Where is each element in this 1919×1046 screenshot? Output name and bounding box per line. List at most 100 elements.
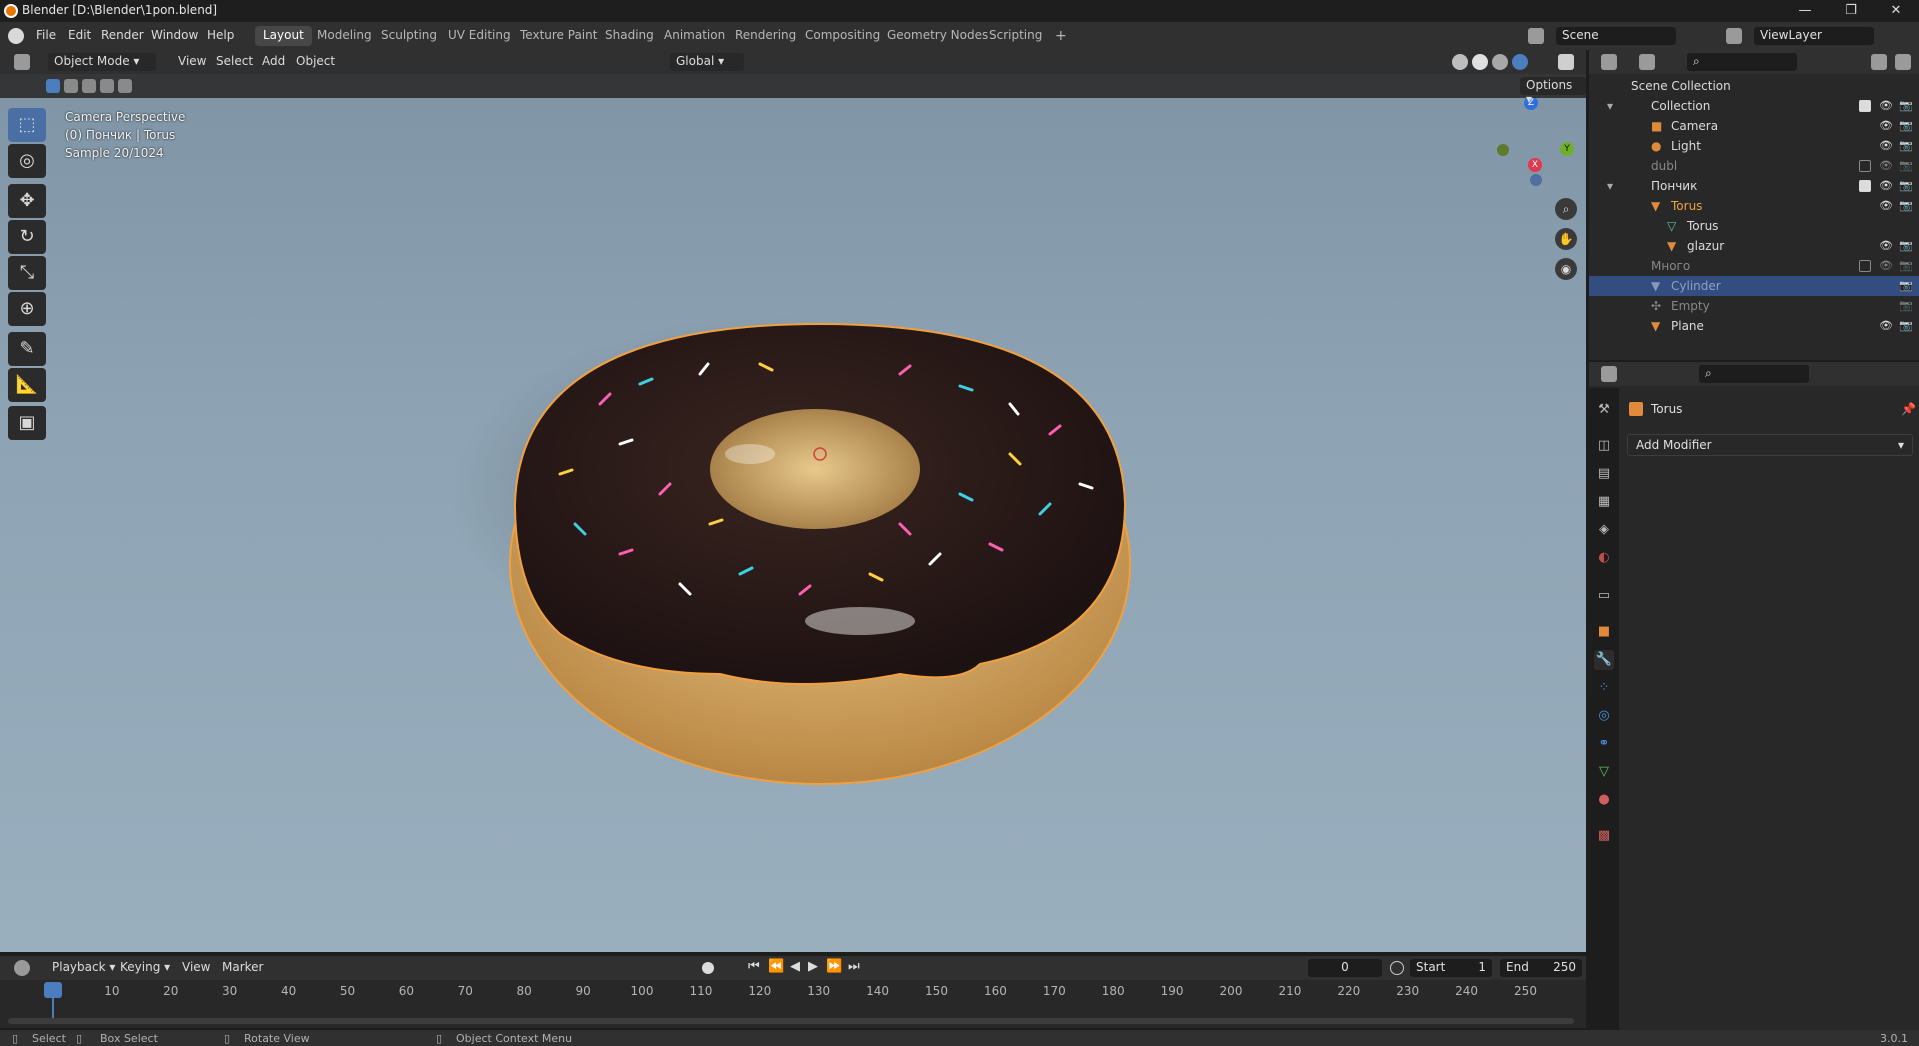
render-camera-icon[interactable]: 📷 [1899, 199, 1913, 213]
new-collection-icon[interactable] [1895, 54, 1911, 70]
menu-playback[interactable]: Playback ▾ [46, 959, 121, 977]
gizmo-neg-y[interactable] [1497, 144, 1509, 156]
menu-object[interactable]: Object [290, 53, 341, 71]
menu-file[interactable]: File [36, 28, 56, 42]
eye-icon[interactable]: 👁 [1879, 199, 1893, 213]
cursor-tool-icon[interactable]: ◎ [8, 144, 46, 178]
texture-tab-icon[interactable]: ▩ [1594, 826, 1614, 846]
render-camera-icon[interactable]: 📷 [1899, 179, 1913, 193]
tab-animation[interactable]: Animation [656, 26, 733, 46]
eye-icon[interactable]: 👁 [1879, 239, 1893, 253]
eye-icon[interactable]: 👁 [1879, 99, 1893, 113]
annotate-tool-icon[interactable]: ✎ [8, 332, 46, 366]
select-new-icon[interactable] [46, 79, 60, 93]
scale-tool-icon[interactable]: ⤡ [8, 256, 46, 290]
gizmo-neg-z[interactable] [1530, 174, 1542, 186]
jump-start-icon[interactable]: ⏮ [748, 959, 760, 974]
record-icon[interactable] [702, 962, 714, 974]
play-reverse-icon[interactable]: ◀ [790, 959, 800, 974]
end-frame-field[interactable]: End 250 [1500, 959, 1582, 977]
select-invert-icon[interactable] [100, 79, 114, 93]
expand-arrow-icon[interactable]: ▾ [1607, 179, 1613, 193]
current-frame-field[interactable]: 0 [1308, 959, 1382, 977]
outliner-row[interactable]: dubl 👁 📷 [1589, 156, 1919, 176]
view-layer-field[interactable]: ViewLayer [1754, 27, 1874, 45]
add-workspace-button[interactable]: + [1047, 26, 1075, 46]
timeline-editor-icon[interactable] [14, 960, 30, 976]
outliner-row[interactable]: ▼ glazur 👁 📷 [1589, 236, 1919, 256]
menu-timeline-view[interactable]: View [176, 959, 216, 977]
close-button[interactable]: ✕ [1873, 0, 1919, 22]
render-camera-icon[interactable]: 📷 [1899, 239, 1913, 253]
render-camera-icon[interactable]: 📷 [1899, 159, 1913, 173]
material-tab-icon[interactable]: ● [1594, 790, 1614, 810]
rendered-shading-icon[interactable] [1512, 54, 1528, 70]
orientation-dropdown[interactable]: Global ▾ [670, 53, 744, 71]
scene-name-field[interactable]: Scene [1556, 27, 1676, 45]
gizmo-y-axis[interactable]: Y [1560, 142, 1574, 156]
tab-geometry-nodes[interactable]: Geometry Nodes [879, 26, 996, 46]
render-camera-icon[interactable]: 📷 [1899, 319, 1913, 333]
menu-select[interactable]: Select [210, 53, 259, 71]
timeline-scrollbar[interactable] [8, 1018, 1574, 1024]
expand-arrow-icon[interactable]: ▾ [1607, 99, 1613, 113]
render-camera-icon[interactable]: 📷 [1899, 139, 1913, 153]
zoom-icon[interactable]: ⌕ [1555, 198, 1577, 220]
render-camera-icon[interactable]: 📷 [1899, 279, 1913, 293]
world-tab-icon[interactable]: ◐ [1594, 548, 1614, 568]
outliner-scene-collection[interactable]: Scene Collection [1589, 76, 1919, 96]
outliner-row[interactable]: ▽ Torus [1589, 216, 1919, 236]
render-camera-icon[interactable]: 📷 [1899, 99, 1913, 113]
physics-tab-icon[interactable]: ◎ [1594, 706, 1614, 726]
collection-tab-icon[interactable]: ▭ [1594, 586, 1614, 606]
menu-view[interactable]: View [172, 53, 212, 71]
measure-tool-icon[interactable]: 📐 [8, 368, 46, 402]
eye-icon[interactable]: 👁 [1879, 119, 1893, 133]
tab-scripting[interactable]: Scripting [981, 26, 1050, 46]
tab-compositing[interactable]: Compositing [797, 26, 888, 46]
transform-tool-icon[interactable]: ⊕ [8, 292, 46, 326]
output-tab-icon[interactable]: ▤ [1594, 464, 1614, 484]
outliner-row[interactable]: Много 👁 📷 [1589, 256, 1919, 276]
outliner-row[interactable]: ▼ Plane 👁 📷 [1589, 316, 1919, 336]
display-mode-icon[interactable] [1639, 54, 1655, 70]
menu-keying[interactable]: Keying ▾ [114, 959, 176, 977]
add-cube-tool-icon[interactable]: ▣ [8, 406, 46, 440]
eye-icon[interactable]: 👁 [1879, 159, 1893, 173]
menu-window[interactable]: Window [151, 28, 198, 42]
exclude-checkbox[interactable] [1859, 260, 1871, 272]
modifier-tab-icon[interactable]: 🔧 [1594, 650, 1614, 670]
data-tab-icon[interactable]: ▽ [1594, 762, 1614, 782]
outliner-search-input[interactable]: ⌕ [1687, 53, 1797, 71]
tab-texture-paint[interactable]: Texture Paint [512, 26, 605, 46]
object-tab-icon[interactable]: ■ [1594, 622, 1614, 642]
select-box-tool-icon[interactable]: ⬚ [8, 108, 46, 142]
menu-edit[interactable]: Edit [68, 28, 91, 42]
menu-render[interactable]: Render [101, 28, 144, 42]
eye-icon[interactable]: 👁 [1879, 259, 1893, 273]
tab-rendering[interactable]: Rendering [727, 26, 804, 46]
exclude-checkbox[interactable] [1859, 160, 1871, 172]
properties-search-input[interactable]: ⌕ [1699, 365, 1809, 383]
tab-shading[interactable]: Shading [597, 26, 662, 46]
tool-tab-icon[interactable]: ⚒ [1594, 400, 1614, 420]
3d-viewport[interactable]: Camera Perspective (0) Пончик | Torus Sa… [0, 74, 1586, 952]
material-shading-icon[interactable] [1492, 54, 1508, 70]
exclude-checkbox[interactable] [1859, 100, 1871, 112]
scene-icon[interactable] [1528, 28, 1544, 44]
exclude-checkbox[interactable] [1859, 180, 1871, 192]
pan-hand-icon[interactable]: ✋ [1555, 228, 1577, 250]
eye-icon[interactable]: 👁 [1879, 319, 1893, 333]
outliner-editor-icon[interactable] [1601, 54, 1617, 70]
render-camera-icon[interactable]: 📷 [1899, 119, 1913, 133]
select-extend-icon[interactable] [64, 79, 78, 93]
select-intersect-icon[interactable] [118, 79, 132, 93]
minimize-button[interactable]: — [1782, 0, 1828, 22]
outliner-row[interactable]: ▾ Пончик 👁 📷 [1589, 176, 1919, 196]
gizmo-x-axis[interactable]: X [1528, 158, 1542, 172]
pin-icon[interactable]: 📌 [1901, 402, 1916, 416]
particles-tab-icon[interactable]: ⁘ [1594, 678, 1614, 698]
menu-help[interactable]: Help [207, 28, 234, 42]
next-keyframe-icon[interactable]: ⏩ [826, 959, 842, 974]
solid-shading-icon[interactable] [1472, 54, 1488, 70]
